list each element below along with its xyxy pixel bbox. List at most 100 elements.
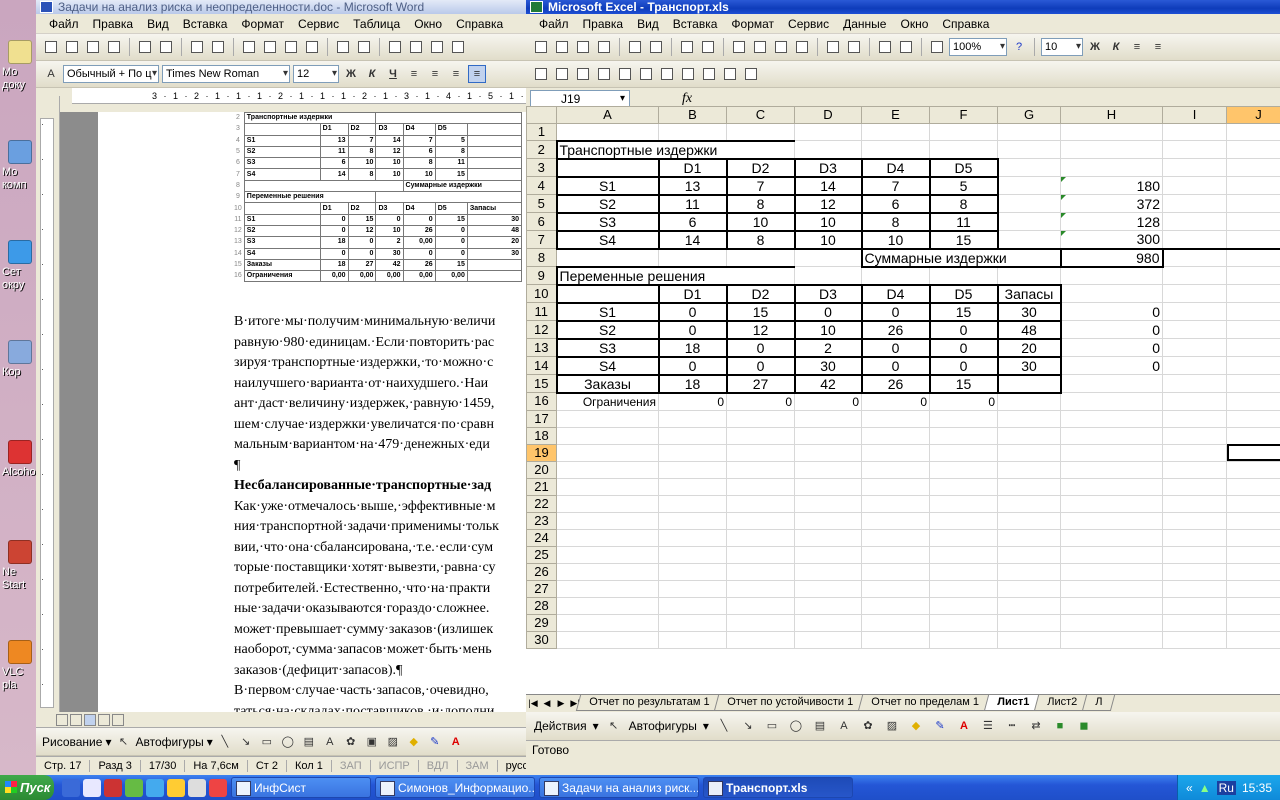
cell-B18[interactable] [658,426,727,445]
font-color-icon[interactable]: A [955,717,973,735]
cell-H23[interactable] [1060,511,1163,530]
cell-G13[interactable]: 20 [996,337,1062,358]
autoshapes-menu[interactable]: Автофигуры [135,735,203,749]
cell-J24[interactable] [1226,528,1280,547]
cell-F9[interactable] [929,266,998,285]
arrow-style-icon[interactable]: ⇄ [1027,717,1045,735]
remove-arrows-icon[interactable] [616,65,634,83]
tables-icon[interactable] [407,38,425,56]
cell-H28[interactable] [1060,596,1163,615]
cell-J15[interactable] [1226,374,1280,393]
menu-item[interactable]: Файл [42,14,86,34]
column-header-J[interactable]: J [1226,106,1280,124]
next-sheet-icon[interactable]: ▶ [554,698,568,709]
shadow-icon[interactable]: ■ [1051,717,1069,735]
cell-H14[interactable]: 0 [1060,356,1163,375]
remove-precedents-icon[interactable] [574,65,592,83]
cell-A20[interactable] [556,460,659,479]
cell-B23[interactable] [658,511,727,530]
status-field[interactable]: Стр. 17 [36,759,91,772]
print-icon[interactable] [626,38,644,56]
cell-H20[interactable] [1060,460,1163,479]
cell-A11[interactable]: S1 [555,301,660,322]
cell-H10[interactable] [1060,284,1163,303]
cell-E22[interactable] [861,494,930,513]
cell-C8[interactable] [726,247,795,267]
desktop-icon[interactable]: Кор [0,340,36,379]
row-header-15[interactable]: 15 [526,374,557,393]
cell-J8[interactable] [1226,247,1280,267]
save-icon[interactable] [574,38,592,56]
cell-H16[interactable] [1060,392,1163,411]
cell-E24[interactable] [861,528,930,547]
cell-H5[interactable]: 372 [1060,194,1163,213]
status-field[interactable]: ЗАМ [458,759,498,772]
paste-icon[interactable] [772,38,790,56]
prev-sheet-icon[interactable]: ◀ [540,698,554,709]
cell-H8[interactable]: 980 [1059,247,1164,268]
cell-H27[interactable] [1060,579,1163,598]
cell-C29[interactable] [726,613,795,632]
open-icon[interactable] [63,38,81,56]
cell-G5[interactable] [997,194,1061,213]
cell-I2[interactable] [1162,140,1227,159]
cell-H7[interactable]: 300 [1060,230,1163,249]
row-header-11[interactable]: 11 [526,302,557,321]
underline-button[interactable]: Ч [384,65,402,83]
sheet-tab[interactable]: Отчет по пределам 1 [858,695,993,711]
cell-E12[interactable]: 26 [860,319,931,340]
cell-F5[interactable]: 8 [928,193,999,214]
cell-B26[interactable] [658,562,727,581]
cell-J14[interactable] [1226,356,1280,375]
cell-F29[interactable] [929,613,998,632]
align-center-icon[interactable]: ≡ [1149,38,1167,56]
desktop-icon[interactable]: Мо доку [0,40,36,92]
diagram-icon[interactable]: ✿ [859,717,877,735]
autosum-icon[interactable] [876,38,894,56]
cell-I22[interactable] [1162,494,1227,513]
cell-C6[interactable]: 10 [725,211,796,232]
bold-button[interactable]: Ж [1086,38,1104,56]
cell-F6[interactable]: 11 [928,211,999,232]
cell-F27[interactable] [929,579,998,598]
document-text[interactable]: В·итоге·мы·получим·минимальную·величи рав… [234,312,526,712]
copy-icon[interactable] [751,38,769,56]
row-header-25[interactable]: 25 [526,545,557,564]
outline-view-icon[interactable] [98,713,110,726]
cell-I29[interactable] [1162,613,1227,632]
cell-F3[interactable]: D5 [928,157,999,178]
print-icon[interactable] [136,38,154,56]
style-combo[interactable]: Обычный + По ц [63,65,159,83]
column-header-G[interactable]: G [997,106,1061,124]
cell-E6[interactable]: 8 [860,211,931,232]
cell-D2[interactable] [794,140,862,159]
cell-G16[interactable] [997,392,1061,411]
cell-C22[interactable] [726,494,795,513]
cell-E30[interactable] [861,630,930,649]
row-header-30[interactable]: 30 [526,630,557,649]
cell-B14[interactable]: 0 [657,355,728,376]
cell-C10[interactable]: D2 [725,283,796,304]
cell-H25[interactable] [1060,545,1163,564]
cell-J3[interactable] [1226,158,1280,177]
format-painter-icon[interactable] [303,38,321,56]
paste-icon[interactable] [282,38,300,56]
vertical-ruler[interactable]: · · · · · · · · · · · · · · · · · [40,118,54,708]
trace-dependents-icon[interactable] [553,65,571,83]
cell-D4[interactable]: 14 [793,175,863,196]
status-field[interactable]: Кол 1 [287,759,332,772]
cell-F4[interactable]: 5 [928,175,999,196]
cell-J11[interactable] [1226,302,1280,321]
cell-A10[interactable] [555,283,660,304]
cell-F17[interactable] [929,409,998,428]
cell-I17[interactable] [1162,409,1227,428]
column-header-C[interactable]: C [726,106,795,124]
cell-D8[interactable] [794,247,862,267]
ie-icon[interactable] [146,778,164,797]
fx-icon[interactable]: fx [682,91,692,107]
cell-B11[interactable]: 0 [657,301,728,322]
cell-J7[interactable] [1226,230,1280,249]
cell-B10[interactable]: D1 [657,283,728,304]
cell-G12[interactable]: 48 [996,319,1062,340]
clear-circles-icon[interactable] [700,65,718,83]
